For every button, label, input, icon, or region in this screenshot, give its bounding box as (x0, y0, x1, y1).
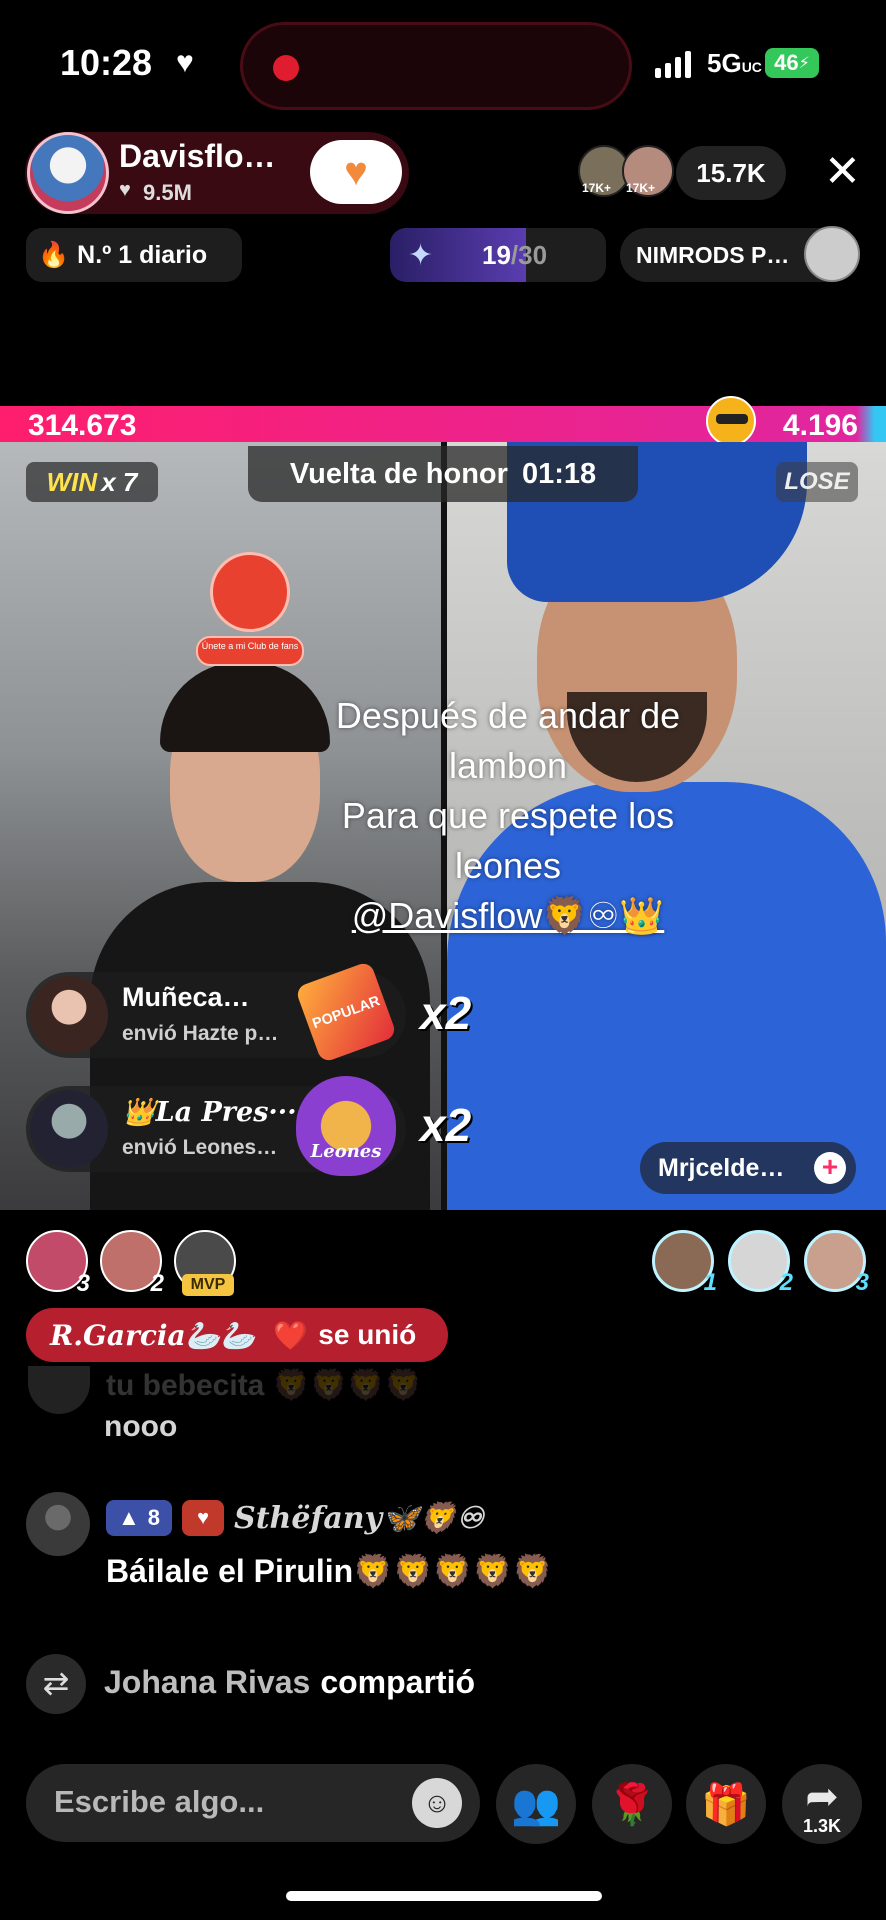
avatar[interactable]: MVP (174, 1230, 236, 1296)
fan-club-widget[interactable]: Únete a mi Club de fans (196, 552, 304, 672)
forward-icon: ➦ (805, 1775, 839, 1819)
share-button[interactable]: ➦ 1.3K (782, 1764, 862, 1844)
avatar[interactable]: 17K+ (622, 145, 674, 197)
share-count: 1.3K (802, 1816, 842, 1836)
score-right: 4.196 (782, 409, 858, 442)
lyrics-overlay: Después de andar de lambon Para que resp… (298, 691, 718, 941)
score-left: 314.673 (28, 409, 137, 442)
win-badge: WIN x 7 (26, 462, 158, 502)
host-avatar[interactable] (27, 132, 109, 214)
goal-progress[interactable]: ✦ 19/30 (390, 228, 606, 282)
gift-icon: 🎁 (701, 1782, 751, 1827)
level-badge: ▲ 8 (106, 1500, 173, 1536)
rose-gift-button[interactable]: 🌹 (592, 1764, 672, 1844)
cool-emoji-icon (706, 396, 756, 446)
signal-icon (655, 50, 691, 78)
chat-message-text: Báilale el Pirulin🦁🦁🦁🦁🦁 (106, 1553, 553, 1589)
share-notification: ⇄ Johana Rivas compartió (26, 1654, 826, 1714)
heart-icon: ♥ (119, 179, 131, 201)
avatar[interactable]: 3 (804, 1230, 869, 1296)
gift-button[interactable]: 🎁 (686, 1764, 766, 1844)
avatar (28, 1366, 90, 1414)
dynamic-island (240, 22, 632, 110)
fan-badge-icon: ♥ (182, 1500, 225, 1536)
follow-count: 11 (362, 176, 379, 193)
network-label: 5GUC (707, 48, 762, 78)
gift-notification: Muñeca… envió Hazte p… POPULAR (26, 960, 406, 1064)
multi-guest-button[interactable]: 👥 (496, 1764, 576, 1844)
comment-input[interactable]: Escribe algo... ☺ (26, 1764, 480, 1842)
avatar[interactable]: 3 (26, 1230, 90, 1297)
emoji-icon[interactable]: ☺ (412, 1778, 462, 1828)
multi-guest-icon: 👥 (511, 1782, 561, 1827)
home-indicator[interactable] (286, 1891, 602, 1901)
avatar[interactable]: 1 (652, 1230, 717, 1296)
avatar[interactable]: 2 (728, 1230, 793, 1296)
triangle-icon: ▲ (118, 1505, 140, 1530)
top-gifters[interactable]: 3 2 MVP (26, 1230, 236, 1297)
join-notification: R.Garcia🦢🦢 ❤️ se unió (26, 1308, 448, 1362)
avatar[interactable] (26, 1492, 90, 1556)
avatar[interactable]: 2 (100, 1230, 164, 1297)
gift-sender-name: Muñeca… (122, 982, 250, 1012)
battle-area: 314.673 4.196 WIN x 7 LOSE Vuelta de hono… (0, 396, 886, 1210)
goal-total: /30 (510, 240, 548, 270)
fan-club-label: Únete a mi Club de fans (196, 636, 304, 666)
opponent-name[interactable]: Mrjcelde… + (640, 1142, 856, 1194)
daily-rank[interactable]: 🔥 N.º 1 diario (26, 228, 242, 282)
mention-link[interactable]: @Davisflow🦁♾👑 (298, 891, 718, 941)
gift-combo: x2 (420, 987, 472, 1039)
status-time: 10:28 (60, 42, 153, 83)
host-likes: 9.5M (143, 180, 192, 205)
viewer-count[interactable]: 15.7K (676, 146, 786, 200)
chat-message-faded: tu bebecita 🦁🦁🦁🦁 (26, 1366, 526, 1414)
battery-icon: 46 ⚡ (765, 48, 819, 78)
lions-gift-icon: Leones (296, 1076, 396, 1176)
fan-club-icon (210, 552, 290, 632)
plus-icon[interactable]: + (814, 1152, 846, 1184)
opponent-gifters[interactable]: 1 2 3 (652, 1230, 869, 1296)
gift-sender-name: 👑La Pres··· (122, 1097, 297, 1128)
flame-icon: 🔥 (38, 240, 70, 269)
share-icon: ⇄ (26, 1654, 86, 1714)
gift-detail: envió Leones… (122, 1136, 278, 1159)
gift-notification: 👑La Pres··· envió Leones… Leones (26, 1076, 406, 1176)
follow-button[interactable]: ♥ 11 (310, 140, 402, 204)
record-dot-icon (273, 55, 299, 81)
battle-timer: Vuelta de honor 01:18 (248, 446, 638, 502)
avatar (30, 1090, 108, 1168)
popular-gift-icon: POPULAR (294, 960, 398, 1064)
gift-combo: x2 (420, 1099, 472, 1151)
close-icon[interactable]: ✕ (824, 150, 861, 194)
top-viewers[interactable]: 17K+ 17K+ (578, 145, 674, 197)
star-icon: ✦ (408, 239, 434, 272)
host-info[interactable]: Davisflo… ♥ 9.5M ♥ 11 (25, 132, 409, 214)
lose-badge: LOSE (776, 462, 858, 502)
heart-icon: ♥ (176, 46, 194, 79)
linked-stream-thumbnail (804, 226, 860, 282)
chat-message-text: nooo (104, 1410, 178, 1443)
goal-current: 19 (482, 240, 511, 270)
rose-icon: 🌹 (607, 1782, 657, 1827)
chat-username[interactable]: Sthëfany🦋🦁♾ (234, 1501, 484, 1536)
gift-detail: envió Hazte p… (122, 1022, 279, 1045)
avatar (30, 976, 108, 1054)
host-name[interactable]: Davisflo… (119, 138, 275, 175)
linked-stream[interactable]: NIMRODS P… (620, 226, 860, 282)
